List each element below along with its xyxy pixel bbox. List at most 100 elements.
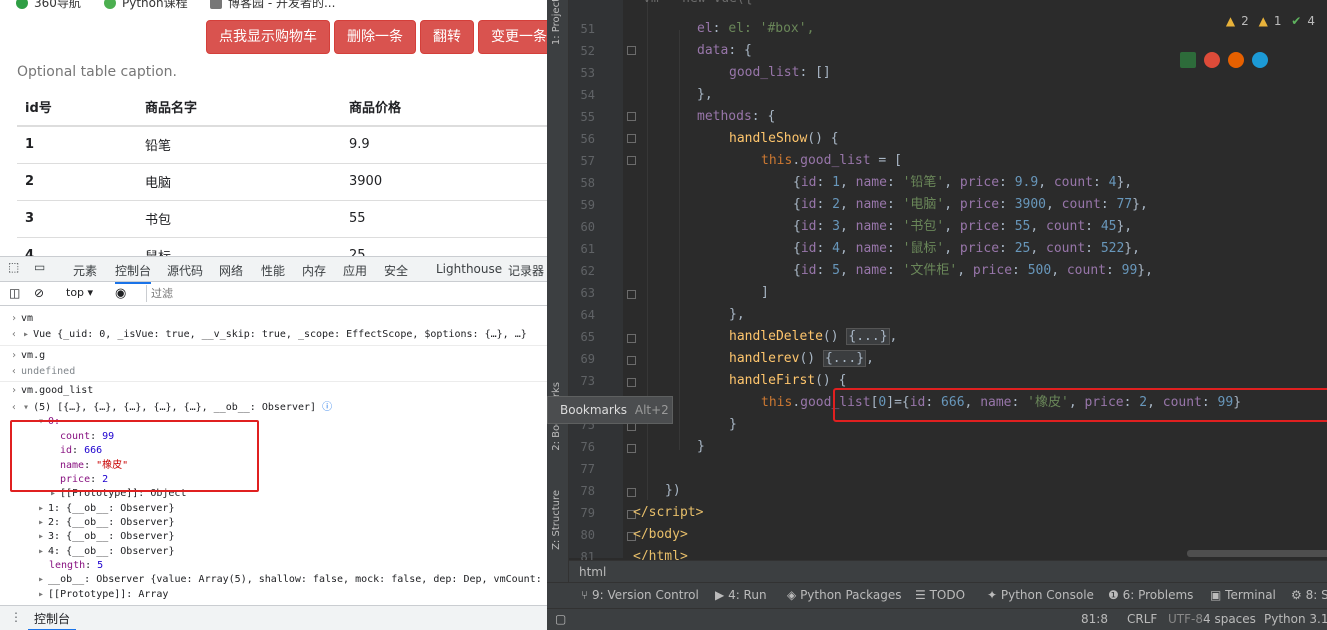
code-line-58: {id: 1, name: '铅笔', price: 9.9, count: 4… (793, 175, 1133, 190)
code-line-50: vm = new Vue({ (643, 0, 753, 10)
line-number: 63 (580, 286, 595, 300)
console-filter-input[interactable] (146, 285, 546, 302)
code-line-60: {id: 3, name: '书包', price: 55, count: 45… (793, 219, 1133, 234)
edge-icon[interactable] (1252, 52, 1268, 68)
services-icon: ⚙ (1291, 588, 1302, 602)
tab-sources[interactable]: 源代码 (167, 262, 203, 279)
project-tool-tab[interactable]: 1: Project (551, 0, 562, 45)
code-line-61: {id: 4, name: '鼠标', price: 25, count: 52… (793, 241, 1140, 256)
console-result-line[interactable]: ‹ ▾ (5) [{…}, {…}, {…}, {…}, {…}, __ob__:… (11, 401, 332, 415)
python-interpreter[interactable]: Python 3.10 (1264, 612, 1327, 626)
tab-recorder[interactable]: 记录器 (508, 262, 544, 279)
play-icon: ▶ (715, 588, 725, 602)
tab-console[interactable]: 控制台 (115, 262, 152, 284)
warning-icon: ▲ (1225, 14, 1236, 28)
caret-position[interactable]: 81:8 (1081, 612, 1108, 626)
line-number: 77 (580, 462, 595, 476)
code-line-56: handleShow() { (729, 131, 839, 146)
highlight-box (833, 388, 1327, 422)
context-selector[interactable]: top ▾ (66, 286, 93, 299)
browser-window: 360导航 Python课程 博客园 - 开发者的... 点我显示购物车 删除一条… (0, 0, 547, 630)
result-arrow-icon: ‹ ▾ (11, 402, 30, 413)
code-line-52: data: { (697, 43, 752, 58)
inspect-element-icon[interactable]: ⬚ (8, 260, 19, 274)
tab-application[interactable]: 应用 (343, 262, 367, 279)
delete-one-button[interactable]: 删除一条 (334, 20, 416, 54)
code-editor[interactable]: vm = new Vue({ el: el: '#box', data: { g… (633, 0, 1327, 564)
code-line-57: this.good_list = [ (761, 153, 902, 168)
tool-window-bar: ⑂ 9: Version Control ▶ 4: Run ◈ Python P… (547, 582, 1327, 608)
console-result-line[interactable]: ‹ ▸ Vue {_uid: 0, _isVue: true, __v_skip:… (11, 328, 527, 342)
eye-icon[interactable]: ◉ (115, 286, 126, 301)
breadcrumb[interactable]: html (569, 560, 1327, 582)
table-caption: Optional table caption. (17, 64, 177, 80)
chevron-down-icon: ▾ (87, 286, 94, 299)
tab-memory[interactable]: 内存 (302, 262, 326, 279)
layout-icon[interactable]: ▢ (555, 612, 566, 626)
tool-version-control[interactable]: ⑂ 9: Version Control (581, 588, 699, 602)
tab-lighthouse[interactable]: Lighthouse (436, 262, 502, 276)
device-toolbar-icon[interactable]: ▭ (34, 260, 45, 274)
indent-setting[interactable]: 4 spaces (1203, 612, 1256, 626)
prototype-array[interactable]: ▸ [[Prototype]]: Array (38, 588, 168, 602)
check-icon: ✔ (1291, 14, 1302, 28)
bookmark-cnblogs[interactable]: 博客园 - 开发者的... (210, 0, 335, 11)
clear-console-icon[interactable]: ⊘ (34, 286, 44, 300)
folded-region[interactable]: {...} (822, 350, 867, 367)
code-line-75: } (729, 417, 737, 432)
horizontal-scrollbar[interactable] (1187, 550, 1327, 557)
cell-name: 书包 (137, 200, 341, 238)
sidebar-toggle-icon[interactable]: ◫ (9, 286, 20, 300)
drawer-tab-console[interactable]: 控制台 (28, 610, 77, 630)
prompt-icon: › (11, 350, 18, 361)
tree-item-3[interactable]: ▸ 3: {__ob__: Observer} (38, 530, 174, 544)
tool-strip-left: 1: Project 2: Bookmarks Z: Structure (547, 0, 569, 582)
table-row: 3 书包 55 (17, 200, 547, 238)
tab-performance[interactable]: 性能 (261, 262, 285, 279)
chrome-icon[interactable] (1204, 52, 1220, 68)
tool-todo[interactable]: ☰ TODO (915, 588, 965, 602)
line-number: 59 (580, 198, 595, 212)
tool-python-console[interactable]: ✦ Python Console (987, 588, 1094, 602)
tree-item-1[interactable]: ▸ 1: {__ob__: Observer} (38, 502, 174, 516)
tool-run[interactable]: ▶ 4: Run (715, 588, 767, 602)
tree-item-2[interactable]: ▸ 2: {__ob__: Observer} (38, 516, 174, 530)
console-input-line: › vm.g (11, 350, 46, 361)
table-header-row: id号 商品名字 商品价格 (17, 88, 547, 127)
structure-tool-tab[interactable]: Z: Structure (551, 490, 562, 550)
bookmarks-tooltip: Bookmarks Alt+2 (547, 396, 673, 424)
tool-problems[interactable]: ❶ 6: Problems (1108, 588, 1193, 602)
ob-observer[interactable]: ▸ __ob__: Observer {value: Array(5), shal… (38, 573, 547, 587)
console-toolbar: ◫ ⊘ top ▾ ◉ (0, 282, 547, 306)
tab-network[interactable]: 网络 (219, 262, 243, 279)
tool-services[interactable]: ⚙ 8: S (1291, 588, 1327, 602)
cell-price: 55 (341, 200, 547, 238)
reverse-button[interactable]: 翻转 (420, 20, 474, 54)
more-icon[interactable]: ⋮ (10, 610, 22, 624)
bookmark-python[interactable]: Python课程 (104, 0, 188, 11)
file-encoding[interactable]: UTF-8 (1168, 612, 1203, 626)
bookmark-360[interactable]: 360导航 (16, 0, 81, 11)
terminal-icon: ▣ (1210, 588, 1222, 602)
list-icon: ☰ (915, 588, 926, 602)
tab-elements[interactable]: 元素 (73, 262, 97, 279)
prompt-icon: › (11, 313, 18, 324)
inspection-widget[interactable]: ▲ 2 ▲ 1 ✔ 4 (1220, 14, 1315, 28)
tab-security[interactable]: 安全 (384, 262, 408, 279)
line-number: 51 (580, 22, 595, 36)
tree-item-4[interactable]: ▸ 4: {__ob__: Observer} (38, 545, 174, 559)
pycharm-icon[interactable] (1180, 52, 1196, 68)
folded-region[interactable]: {...} (846, 328, 890, 345)
code-line-78: }) (665, 483, 681, 498)
code-line-65: handleDelete() {...}, (729, 328, 898, 345)
cell-price: 9.9 (341, 126, 547, 164)
line-separator[interactable]: CRLF (1127, 612, 1157, 626)
firefox-icon[interactable] (1228, 52, 1244, 68)
tool-python-packages[interactable]: ◈ Python Packages (787, 588, 901, 602)
tool-terminal[interactable]: ▣ Terminal (1210, 588, 1276, 602)
line-number: 64 (580, 308, 595, 322)
show-cart-button[interactable]: 点我显示购物车 (206, 20, 330, 54)
change-one-button[interactable]: 变更一条 (478, 20, 547, 54)
prop-length: length: 5 (49, 560, 104, 571)
line-number: 78 (580, 484, 595, 498)
